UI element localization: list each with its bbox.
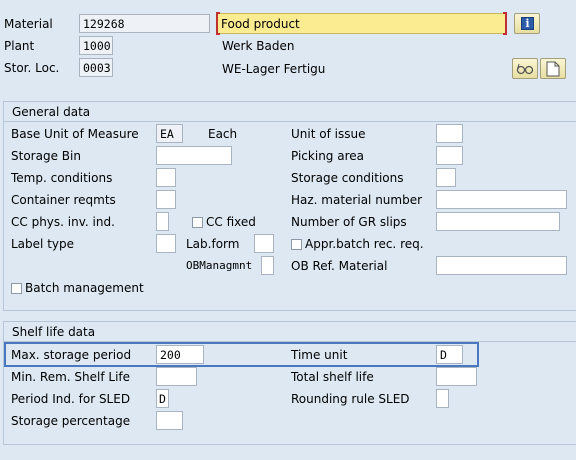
description-bracket-right bbox=[503, 12, 507, 35]
document-button[interactable] bbox=[540, 58, 566, 79]
storage-pct-label: Storage percentage bbox=[11, 414, 131, 428]
batch-mgmt-label: Batch management bbox=[25, 281, 144, 295]
total-shelf-label: Total shelf life bbox=[291, 370, 374, 384]
storage-conditions-label: Storage conditions bbox=[291, 171, 404, 185]
base-uom-value: EA bbox=[160, 127, 174, 141]
ob-ref-material-field[interactable] bbox=[436, 256, 567, 275]
batch-mgmt-checkbox[interactable] bbox=[11, 283, 22, 294]
base-uom-field[interactable]: EA bbox=[156, 124, 183, 143]
min-rem-label: Min. Rem. Shelf Life bbox=[11, 370, 131, 384]
total-shelf-field[interactable] bbox=[436, 367, 477, 386]
plant-value: 1000 bbox=[83, 39, 111, 53]
haz-material-field[interactable] bbox=[436, 190, 567, 209]
max-storage-label: Max. storage period bbox=[11, 348, 132, 362]
info-button[interactable]: i bbox=[514, 13, 540, 34]
label-type-label: Label type bbox=[11, 237, 74, 251]
time-unit-value: D bbox=[440, 348, 447, 362]
lab-form-label: Lab.form bbox=[186, 237, 240, 251]
storloc-name: WE-Lager Fertigu bbox=[222, 62, 326, 76]
max-storage-value: 200 bbox=[160, 348, 181, 362]
storage-bin-label: Storage Bin bbox=[11, 149, 81, 163]
glasses-icon bbox=[516, 63, 534, 75]
unit-issue-label: Unit of issue bbox=[291, 127, 366, 141]
info-icon: i bbox=[521, 17, 534, 30]
material-label: Material bbox=[4, 17, 53, 31]
gr-slips-label: Number of GR slips bbox=[291, 215, 407, 229]
period-ind-value: D bbox=[159, 392, 166, 406]
general-data-divider bbox=[4, 121, 576, 122]
storloc-label: Stor. Loc. bbox=[4, 61, 60, 75]
period-ind-label: Period Ind. for SLED bbox=[11, 392, 131, 406]
cc-phys-label: CC phys. inv. ind. bbox=[11, 215, 115, 229]
max-storage-field[interactable]: 200 bbox=[156, 345, 204, 364]
base-uom-label: Base Unit of Measure bbox=[11, 127, 139, 141]
unit-issue-field[interactable] bbox=[436, 124, 463, 143]
document-icon bbox=[546, 61, 560, 77]
temp-conditions-field[interactable] bbox=[156, 168, 176, 187]
temp-conditions-label: Temp. conditions bbox=[11, 171, 113, 185]
container-reqmts-field[interactable] bbox=[156, 190, 176, 209]
material-value: 129268 bbox=[83, 17, 125, 31]
picking-area-label: Picking area bbox=[291, 149, 364, 163]
container-reqmts-label: Container reqmts bbox=[11, 193, 116, 207]
shelf-life-title: Shelf life data bbox=[12, 325, 96, 339]
rounding-label: Rounding rule SLED bbox=[291, 392, 410, 406]
cc-fixed-label: CC fixed bbox=[206, 215, 256, 229]
material-field[interactable]: 129268 bbox=[79, 14, 210, 33]
haz-material-label: Haz. material number bbox=[291, 193, 423, 207]
appr-batch-label: Appr.batch rec. req. bbox=[305, 237, 424, 251]
storage-bin-field[interactable] bbox=[156, 146, 232, 165]
rounding-field[interactable] bbox=[436, 389, 449, 408]
storloc-field[interactable]: 0003 bbox=[79, 58, 113, 77]
base-uom-text: Each bbox=[208, 127, 238, 141]
cc-phys-field[interactable] bbox=[156, 212, 169, 231]
storage-pct-field[interactable] bbox=[156, 411, 183, 430]
label-type-field[interactable] bbox=[156, 234, 176, 253]
time-unit-label: Time unit bbox=[291, 348, 348, 362]
cc-fixed-checkbox[interactable] bbox=[192, 217, 203, 228]
plant-name: Werk Baden bbox=[222, 39, 295, 53]
plant-label: Plant bbox=[4, 39, 35, 53]
general-data-title: General data bbox=[12, 105, 91, 119]
ob-mgmt-field[interactable] bbox=[261, 256, 274, 275]
gr-slips-field[interactable] bbox=[436, 212, 560, 231]
picking-area-field[interactable] bbox=[436, 146, 463, 165]
period-ind-field[interactable]: D bbox=[156, 389, 169, 408]
time-unit-field[interactable]: D bbox=[436, 345, 463, 364]
plant-field[interactable]: 1000 bbox=[79, 36, 113, 55]
min-rem-field[interactable] bbox=[156, 367, 197, 386]
ob-mgmt-label: OBManagmnt bbox=[186, 259, 253, 272]
appr-batch-checkbox[interactable] bbox=[291, 239, 302, 250]
display-button[interactable] bbox=[512, 58, 538, 79]
description-bracket-left bbox=[216, 12, 220, 35]
ob-ref-material-label: OB Ref. Material bbox=[291, 259, 388, 273]
lab-form-field[interactable] bbox=[254, 234, 274, 253]
description-value: Food product bbox=[221, 17, 300, 31]
storloc-value: 0003 bbox=[83, 61, 111, 75]
storage-conditions-field[interactable] bbox=[436, 168, 456, 187]
description-field[interactable]: Food product bbox=[216, 12, 507, 35]
